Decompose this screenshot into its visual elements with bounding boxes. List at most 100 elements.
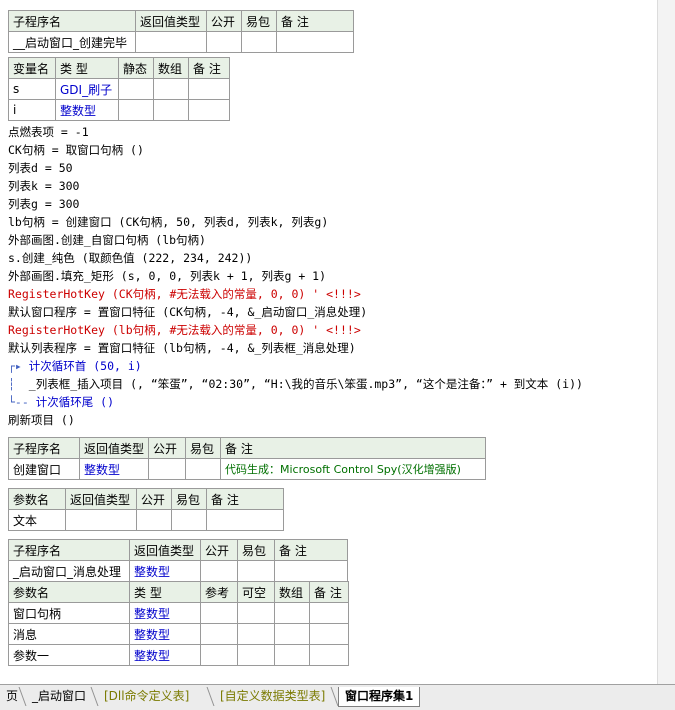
param-msg-arr[interactable] — [274, 623, 310, 645]
bottom-tab-bar: 页 _启动窗口 [Dll命令定义表] [自定义数据类型表] 窗口程序集1 — [0, 684, 675, 710]
sub3-public[interactable] — [200, 560, 238, 582]
loop-bar-icon: ┆ — [8, 377, 22, 391]
code-line-after-loop[interactable]: 刷新项目 () — [8, 411, 583, 429]
tab-dll-commands[interactable]: [Dll命令定义表] — [98, 687, 195, 706]
sub1-easy[interactable] — [241, 31, 277, 53]
loop-end-icon: └-- — [8, 395, 29, 409]
var-i-name[interactable]: i — [8, 99, 56, 121]
sub1-h0: 子程序名 — [8, 10, 136, 32]
param-hwnd-note[interactable] — [309, 602, 349, 624]
sub3-h0: 子程序名 — [8, 539, 130, 561]
code-line-13[interactable]: 默认列表程序 = 置窗口特征 (lb句柄, -4, &_列表框_消息处理) — [8, 339, 583, 357]
code-line-10[interactable]: RegisterHotKey (CK句柄, #无法载入的常量, 0, 0) ' … — [8, 285, 583, 303]
sub3-name[interactable]: _启动窗口_消息处理 — [8, 560, 130, 582]
sub2-h1: 返回值类型 — [78, 437, 150, 459]
loop-start-icon: ┌▸ — [8, 359, 22, 373]
code-line-1[interactable]: 点燃表项 = -1 — [8, 123, 583, 141]
param-msg-name[interactable]: 消息 — [8, 623, 130, 645]
var-i-array[interactable] — [153, 99, 189, 121]
var-s-note[interactable] — [188, 78, 230, 100]
params2-type[interactable] — [65, 509, 137, 531]
loop-body[interactable]: ┆ _列表框_插入项目 (, “笨蛋”, “02:30”, “H:\我的音乐\笨… — [8, 375, 583, 393]
code-editor[interactable]: 子程序名 返回值类型 公开 易包 备 注 __启动窗口_创建完毕 变量名 类 型… — [0, 0, 675, 684]
sub2-table: 子程序名 返回值类型 公开 易包 备 注 创建窗口 整数型 代码生成：Micro… — [8, 437, 487, 480]
vars-h3: 数组 — [153, 57, 189, 79]
param-msg-ref[interactable] — [200, 623, 238, 645]
code-area: 子程序名 返回值类型 公开 易包 备 注 __启动窗口_创建完毕 变量名 类 型… — [8, 10, 583, 666]
sub1-note[interactable] — [276, 31, 354, 53]
var-i-note[interactable] — [188, 99, 230, 121]
params3-h0: 参数名 — [8, 581, 130, 603]
vars-h4: 备 注 — [188, 57, 230, 79]
params2-easy[interactable] — [171, 509, 207, 531]
var-i-static[interactable] — [118, 99, 154, 121]
params2-note[interactable] — [206, 509, 284, 531]
code-line-12[interactable]: RegisterHotKey (lb句柄, #无法载入的常量, 0, 0) ' … — [8, 321, 583, 339]
param-arg1-type[interactable]: 整数型 — [129, 644, 201, 666]
param-msg-note[interactable] — [309, 623, 349, 645]
vars-table: 变量名 类 型 静态 数组 备 注 s GDI_刷子 i 整数型 — [8, 57, 230, 121]
sub2-name[interactable]: 创建窗口 — [8, 458, 80, 480]
sub2-h0: 子程序名 — [8, 437, 80, 459]
sub1-table: 子程序名 返回值类型 公开 易包 备 注 __启动窗口_创建完毕 — [8, 10, 354, 53]
params2-name[interactable]: 文本 — [8, 509, 66, 531]
sub2-easy[interactable] — [185, 458, 222, 480]
params2-table: 参数名 返回值类型 公开 易包 备 注 文本 — [8, 488, 284, 531]
sub2-h4: 备 注 — [220, 437, 487, 459]
param-arg1-arr[interactable] — [274, 644, 310, 666]
code-line-2[interactable]: CK句柄 = 取窗口句柄 () — [8, 141, 583, 159]
loop-tail[interactable]: └-- 计次循环尾 () — [8, 393, 583, 411]
sub1-name[interactable]: __启动窗口_创建完毕 — [8, 31, 136, 53]
params2-h4: 备 注 — [206, 488, 284, 510]
code-line-8[interactable]: s.创建_纯色 (取颜色值 (222, 234, 242)) — [8, 249, 583, 267]
var-s-static[interactable] — [118, 78, 154, 100]
code-line-5[interactable]: 列表g = 300 — [8, 195, 583, 213]
sub3-easy[interactable] — [237, 560, 275, 582]
param-msg-opt[interactable] — [237, 623, 275, 645]
param-arg1-name[interactable]: 参数一 — [8, 644, 130, 666]
vertical-scrollbar[interactable] — [657, 0, 675, 684]
vars-h0: 变量名 — [8, 57, 56, 79]
sub1-h2: 公开 — [206, 10, 242, 32]
params3-h5: 备 注 — [309, 581, 349, 603]
tab-custom-data-types[interactable]: [自定义数据类型表] — [214, 687, 331, 706]
code-line-6[interactable]: lb句柄 = 创建窗口 (CK句柄, 50, 列表d, 列表k, 列表g) — [8, 213, 583, 231]
sub3-h2: 公开 — [200, 539, 238, 561]
sub2-public[interactable] — [148, 458, 187, 480]
param-hwnd-ref[interactable] — [200, 602, 238, 624]
params2-h3: 易包 — [171, 488, 207, 510]
sub2-note[interactable]: 代码生成：Microsoft Control Spy(汉化增强版) — [220, 458, 487, 480]
var-s-array[interactable] — [153, 78, 189, 100]
tab-window-assembly[interactable]: 窗口程序集1 — [338, 687, 421, 707]
loop-tail-text: 计次循环尾 () — [35, 395, 114, 409]
param-arg1-note[interactable] — [309, 644, 349, 666]
param-hwnd-name[interactable]: 窗口句柄 — [8, 602, 130, 624]
params3-h1: 类 型 — [129, 581, 201, 603]
loop-head[interactable]: ┌▸ 计次循环首 (50, i) — [8, 357, 583, 375]
var-s-name[interactable]: s — [8, 78, 56, 100]
sub1-public[interactable] — [206, 31, 242, 53]
sub2-h3: 易包 — [185, 437, 222, 459]
sub2-rettype[interactable]: 整数型 — [78, 458, 150, 480]
param-arg1-opt[interactable] — [237, 644, 275, 666]
sub1-rettype[interactable] — [135, 31, 207, 53]
params2-public[interactable] — [136, 509, 172, 531]
params3-h2: 参考 — [200, 581, 238, 603]
param-msg-type[interactable]: 整数型 — [129, 623, 201, 645]
code-line-4[interactable]: 列表k = 300 — [8, 177, 583, 195]
tab-startup-window[interactable]: _启动窗口 — [26, 687, 92, 706]
code-line-7[interactable]: 外部画图.创建_自窗口句柄 (lb句柄) — [8, 231, 583, 249]
code-line-9[interactable]: 外部画图.填充_矩形 (s, 0, 0, 列表k + 1, 列表g + 1) — [8, 267, 583, 285]
param-hwnd-opt[interactable] — [237, 602, 275, 624]
param-hwnd-arr[interactable] — [274, 602, 310, 624]
sub3-h4: 备 注 — [274, 539, 348, 561]
code-line-11[interactable]: 默认窗口程序 = 置窗口特征 (CK句柄, -4, &_启动窗口_消息处理) — [8, 303, 583, 321]
code-line-3[interactable]: 列表d = 50 — [8, 159, 583, 177]
params2-h2: 公开 — [136, 488, 172, 510]
sub3-note[interactable] — [274, 560, 348, 582]
var-i-type[interactable]: 整数型 — [55, 99, 119, 121]
param-hwnd-type[interactable]: 整数型 — [129, 602, 201, 624]
param-arg1-ref[interactable] — [200, 644, 238, 666]
sub3-rettype[interactable]: 整数型 — [129, 560, 201, 582]
var-s-type[interactable]: GDI_刷子 — [55, 78, 119, 100]
